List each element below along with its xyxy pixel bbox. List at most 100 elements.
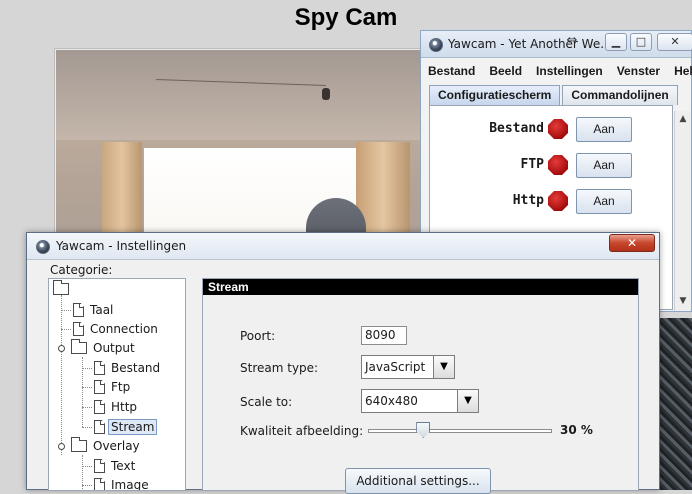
main-vertical-scrollbar[interactable]: ▲ ▼ xyxy=(674,111,691,311)
service-row-bestand: Bestand Aan xyxy=(430,116,672,144)
tree-connector xyxy=(82,485,92,486)
tree-connector xyxy=(61,329,71,330)
panel-header: Stream xyxy=(203,279,638,295)
yawcam-app-icon xyxy=(36,240,50,254)
tab-commandolijnen[interactable]: Commandolijnen xyxy=(562,85,678,105)
tree-item-overlay[interactable]: Overlay xyxy=(71,437,143,455)
chevron-down-icon[interactable]: ▼ xyxy=(457,390,478,412)
service-label: Http xyxy=(512,193,544,208)
tree-item-label: Stream xyxy=(108,419,158,435)
additional-settings-button[interactable]: Additional settings... xyxy=(345,468,491,494)
settings-window: Yawcam - Instellingen ✕ Categorie: Taal … xyxy=(26,232,660,494)
stream-type-select[interactable]: JavaScript ▼ xyxy=(361,355,455,379)
quality-slider-track[interactable] xyxy=(368,429,552,433)
tree-item-taal[interactable]: Taal xyxy=(73,301,116,319)
service-aan-button[interactable]: Aan xyxy=(576,153,632,178)
menu-help[interactable]: Help xyxy=(667,59,692,83)
tree-item-stream[interactable]: Stream xyxy=(94,418,158,436)
service-label: Bestand xyxy=(489,121,544,136)
file-icon xyxy=(94,380,105,394)
file-icon xyxy=(94,478,105,490)
maximize-button[interactable]: □ xyxy=(630,33,652,51)
file-icon xyxy=(94,420,105,434)
tree-item-text[interactable]: Text xyxy=(94,457,138,475)
tree-connector xyxy=(61,295,62,455)
settings-window-title: Yawcam - Instellingen xyxy=(56,239,187,253)
main-window-title: Yawcam - Yet Another We... xyxy=(448,37,608,51)
restore-icon[interactable]: ⇔ xyxy=(561,33,583,51)
folder-icon xyxy=(71,437,87,452)
close-icon[interactable]: ✕ xyxy=(609,234,655,252)
scale-value: 640x480 xyxy=(365,394,418,408)
tree-item-label: Output xyxy=(93,341,135,355)
settings-window-titlebar[interactable]: Yawcam - Instellingen ✕ xyxy=(27,233,659,260)
tree-connector xyxy=(82,368,92,369)
tree-item-bestand[interactable]: Bestand xyxy=(94,359,163,377)
main-menu-bar: Bestand Beeld Instellingen Venster Help xyxy=(421,59,692,83)
tree-item-label: Ftp xyxy=(111,380,131,394)
tree-item-image[interactable]: Image xyxy=(94,476,152,491)
cam-ceiling xyxy=(56,50,426,140)
file-icon xyxy=(94,400,105,414)
tree-item-label: Text xyxy=(111,459,136,473)
tree-collapse-toggle[interactable] xyxy=(58,345,65,352)
service-aan-button[interactable]: Aan xyxy=(576,117,632,142)
service-row-ftp: FTP Aan xyxy=(430,152,672,180)
menu-bestand[interactable]: Bestand xyxy=(421,59,482,83)
tab-configuratiescherm[interactable]: Configuratiescherm xyxy=(429,85,561,105)
stop-status-icon xyxy=(548,155,568,175)
main-tabs: Configuratiescherm Commandolijnen xyxy=(429,85,680,105)
stream-type-label: Stream type: xyxy=(240,361,319,375)
menu-beeld[interactable]: Beeld xyxy=(482,59,529,83)
service-label: FTP xyxy=(520,157,544,172)
tree-collapse-toggle[interactable] xyxy=(58,443,65,450)
tree-root[interactable] xyxy=(53,280,72,298)
tree-item-label: Connection xyxy=(90,322,158,336)
cam-lamp xyxy=(322,88,330,100)
scale-select[interactable]: 640x480 ▼ xyxy=(361,389,479,413)
category-label: Categorie: xyxy=(50,263,113,277)
tree-connector xyxy=(61,310,71,311)
tree-connector xyxy=(82,387,92,388)
file-icon xyxy=(73,303,84,317)
port-input[interactable]: 8090 xyxy=(361,326,407,345)
minimize-button[interactable]: ▁ xyxy=(605,33,627,51)
chevron-down-icon[interactable]: ▼ xyxy=(433,356,454,378)
tree-item-label: Http xyxy=(111,400,138,414)
file-icon xyxy=(94,459,105,473)
tree-connector xyxy=(82,427,92,428)
quality-slider-thumb[interactable] xyxy=(416,422,431,438)
tree-item-label: Bestand xyxy=(111,361,161,375)
folder-icon xyxy=(71,339,87,354)
scroll-down-icon[interactable]: ▼ xyxy=(677,295,689,307)
tree-item-connection[interactable]: Connection xyxy=(73,320,161,338)
scroll-up-icon[interactable]: ▲ xyxy=(677,113,689,125)
service-aan-button[interactable]: Aan xyxy=(576,189,632,214)
quality-label: Kwaliteit afbeelding: xyxy=(240,424,364,438)
tree-item-label: Taal xyxy=(90,303,114,317)
folder-icon xyxy=(53,280,69,295)
file-icon xyxy=(73,322,84,336)
tree-item-http[interactable]: Http xyxy=(94,398,140,416)
tree-item-label: Overlay xyxy=(93,439,140,453)
stream-type-value: JavaScript xyxy=(365,360,426,374)
page-title: Spy Cam xyxy=(294,4,398,31)
stream-settings-panel: Stream Poort: 8090 Stream type: JavaScri… xyxy=(202,278,639,494)
close-button[interactable]: ✕ xyxy=(657,33,692,51)
yawcam-app-icon xyxy=(429,38,443,52)
service-row-http: Http Aan xyxy=(430,188,672,216)
tree-connector xyxy=(82,466,92,467)
menu-instellingen[interactable]: Instellingen xyxy=(529,59,610,83)
tree-connector xyxy=(82,407,92,408)
tree-item-output[interactable]: Output xyxy=(71,339,138,357)
port-label: Poort: xyxy=(240,329,276,343)
stop-status-icon xyxy=(548,191,568,211)
scale-label: Scale to: xyxy=(240,395,293,409)
tree-item-label: Image xyxy=(111,478,149,491)
menu-venster[interactable]: Venster xyxy=(610,59,667,83)
main-window-titlebar[interactable]: Yawcam - Yet Another We... ⇔ ▁ □ ✕ xyxy=(421,31,692,58)
category-tree: Taal Connection Output Bestand Ftp Http … xyxy=(48,278,186,491)
stop-status-icon xyxy=(548,119,568,139)
quality-value: 30 % xyxy=(560,423,593,437)
tree-item-ftp[interactable]: Ftp xyxy=(94,378,133,396)
